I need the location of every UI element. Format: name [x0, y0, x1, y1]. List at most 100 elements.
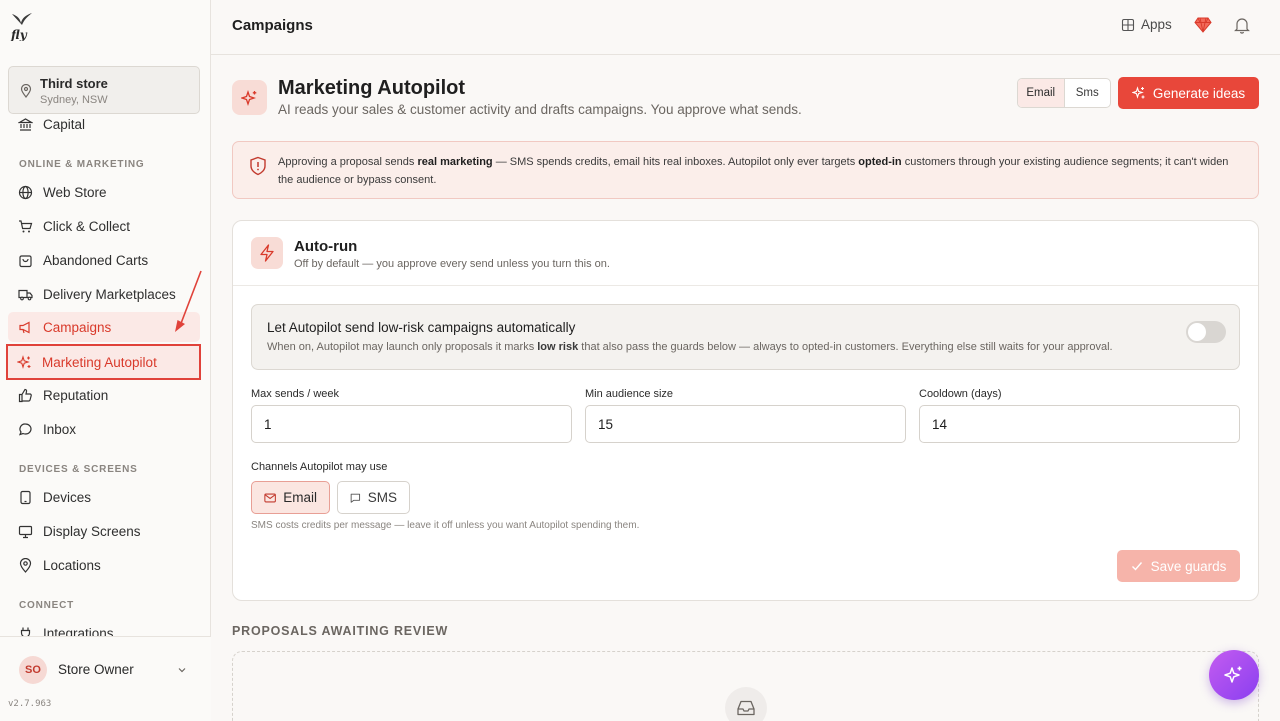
- chevron-down-icon[interactable]: [177, 665, 187, 675]
- sidebar-item-label: Web Store: [43, 184, 107, 200]
- sidebar-item-reputation[interactable]: Reputation: [8, 380, 200, 410]
- globe-icon: [18, 185, 33, 199]
- display-icon: [18, 525, 33, 538]
- mail-icon: [264, 493, 276, 502]
- sidebar: fly Third store Sydney, NSW Capital ONLI…: [0, 0, 211, 721]
- sidebar-item-label: Inbox: [43, 421, 77, 437]
- channels-label: Channels Autopilot may use: [251, 461, 388, 473]
- sidebar-item-devices[interactable]: Devices: [8, 482, 200, 512]
- cart-icon: [19, 219, 33, 232]
- sidebar-item-label: Capital: [43, 116, 86, 132]
- sidebar-item-label: Click & Collect: [43, 218, 131, 234]
- auto-run-header: Auto-run Off by default — you approve ev…: [233, 221, 1258, 286]
- cooldown-input[interactable]: 14: [919, 405, 1240, 443]
- store-location: Sydney, NSW: [40, 94, 108, 106]
- save-guards-button[interactable]: Save guards: [1117, 550, 1240, 582]
- channel-sms-chip[interactable]: SMS: [337, 481, 410, 514]
- sidebar-item-inbox[interactable]: Inbox: [8, 414, 200, 444]
- sidebar-item-marketing-autopilot[interactable]: Marketing Autopilot: [6, 344, 201, 380]
- annotation-arrow: [175, 270, 202, 332]
- bank-icon: [18, 117, 33, 131]
- grid-icon: [1121, 18, 1135, 31]
- map-pin-icon: [19, 557, 32, 573]
- sidebar-nav[interactable]: Capital ONLINE & MARKETING Web Store Cli…: [0, 112, 211, 636]
- lightning-badge: [251, 237, 283, 269]
- sidebar-item-display-screens[interactable]: Display Screens: [8, 516, 200, 546]
- generate-ideas-label: Generate ideas: [1152, 85, 1246, 101]
- auto-run-subtitle: Off by default — you approve every send …: [294, 258, 610, 270]
- truck-icon: [18, 289, 33, 300]
- apps-label: Apps: [1141, 17, 1172, 32]
- shopping-bag-icon: [19, 254, 32, 267]
- auto-run-title: Auto-run: [294, 238, 358, 255]
- thumbs-up-icon: [18, 388, 32, 402]
- channel-toggle-email[interactable]: Email: [1018, 79, 1065, 107]
- user-name[interactable]: Store Owner: [58, 662, 134, 677]
- sparkles-icon: [240, 89, 256, 106]
- sidebar-item-label: Locations: [43, 557, 101, 573]
- tablet-icon: [20, 490, 31, 504]
- inbox-icon: [737, 700, 755, 716]
- sidebar-item-label: Marketing Autopilot: [42, 354, 157, 370]
- save-guards-label: Save guards: [1150, 558, 1227, 574]
- channel-email-label: Email: [283, 490, 317, 505]
- consent-notice: Approving a proposal sends real marketin…: [232, 141, 1259, 199]
- store-name: Third store: [40, 76, 108, 91]
- sms-cost-hint: SMS costs credits per message — leave it…: [251, 520, 640, 531]
- fly-logo[interactable]: fly: [10, 11, 34, 41]
- page-title: Marketing Autopilot: [278, 77, 466, 99]
- sparkles-icon: [1224, 666, 1242, 683]
- auto-send-description: When on, Autopilot may launch only propo…: [267, 341, 1113, 353]
- channel-toggle-sms[interactable]: Sms: [1065, 79, 1111, 107]
- section-label-online-marketing: ONLINE & MARKETING: [19, 159, 145, 170]
- section-label-connect: CONNECT: [19, 600, 75, 611]
- check-icon: [1131, 562, 1142, 571]
- store-switcher[interactable]: Third store Sydney, NSW: [8, 66, 200, 114]
- sidebar-item-integrations[interactable]: Integrations: [8, 618, 200, 636]
- channel-sms-label: SMS: [367, 490, 397, 505]
- page-breadcrumb: Campaigns: [232, 17, 313, 34]
- ai-assistant-button[interactable]: [1209, 650, 1259, 700]
- main-content: Marketing Autopilot AI reads your sales …: [211, 56, 1280, 721]
- min-audience-input[interactable]: 15: [585, 405, 906, 443]
- message-square-icon: [350, 493, 361, 503]
- apps-button[interactable]: Apps: [1121, 17, 1172, 32]
- shield-alert-icon: [250, 156, 266, 176]
- sidebar-item-web-store[interactable]: Web Store: [8, 177, 200, 207]
- gem-icon[interactable]: [1194, 16, 1212, 34]
- proposals-heading: PROPOSALS AWAITING REVIEW: [232, 624, 449, 638]
- auto-send-toggle[interactable]: [1186, 321, 1226, 343]
- sidebar-item-label: Campaigns: [43, 319, 112, 335]
- sidebar-item-click-collect[interactable]: Click & Collect: [8, 211, 200, 241]
- bell-icon[interactable]: [1234, 16, 1250, 34]
- sidebar-item-label: Display Screens: [43, 523, 141, 539]
- auto-send-title: Let Autopilot send low-risk campaigns au…: [267, 320, 576, 335]
- plug-icon: [20, 627, 31, 636]
- sidebar-item-locations[interactable]: Locations: [8, 550, 200, 580]
- min-audience-label: Min audience size: [585, 388, 674, 400]
- auto-send-setting: Let Autopilot send low-risk campaigns au…: [251, 304, 1240, 370]
- autopilot-badge: [232, 80, 267, 115]
- sidebar-item-label: Integrations: [43, 625, 114, 637]
- max-sends-input[interactable]: 1: [251, 405, 572, 443]
- notice-text: Approving a proposal sends real marketin…: [278, 156, 1229, 186]
- toggle-knob: [1188, 323, 1206, 341]
- sidebar-item-capital[interactable]: Capital: [8, 112, 200, 139]
- section-label-devices-screens: DEVICES & SCREENS: [19, 464, 138, 475]
- channel-email-chip[interactable]: Email: [251, 481, 330, 514]
- lightning-icon: [260, 244, 274, 262]
- logo-text: fly: [10, 28, 28, 41]
- channel-toggle[interactable]: Email Sms: [1017, 78, 1111, 108]
- page-subtitle: AI reads your sales & customer activity …: [278, 102, 802, 117]
- version-label: v2.7.963: [8, 699, 52, 709]
- map-pin-icon: [20, 84, 32, 98]
- megaphone-icon: [19, 321, 30, 333]
- sidebar-item-label: Reputation: [43, 387, 109, 403]
- sparkles-icon: [1131, 86, 1145, 99]
- sidebar-item-label: Devices: [43, 489, 92, 505]
- auto-run-card: Auto-run Off by default — you approve ev…: [232, 220, 1259, 601]
- avatar[interactable]: SO: [19, 656, 47, 684]
- generate-ideas-button[interactable]: Generate ideas: [1118, 77, 1259, 109]
- cooldown-label: Cooldown (days): [919, 388, 1002, 400]
- chat-bubble-icon: [18, 422, 32, 435]
